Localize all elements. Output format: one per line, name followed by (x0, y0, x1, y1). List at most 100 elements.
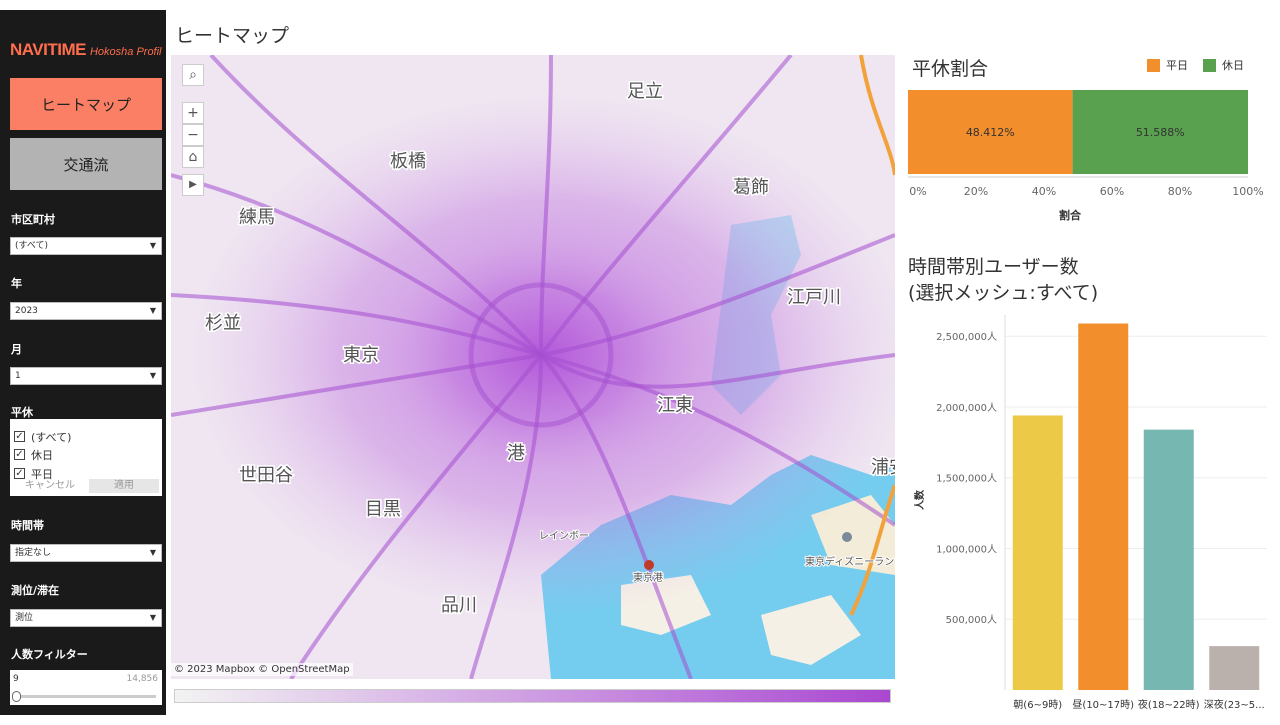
zoom-in-icon[interactable]: + (182, 102, 204, 124)
municipality-select[interactable]: (すべて) ▼ (10, 237, 162, 255)
play-icon[interactable]: ▶ (182, 174, 204, 196)
hourly-bar-chart: 500,000人 1,000,000人 1,500,000人 2,000,000人 2,… (913, 315, 1267, 711)
measure-value: 測位 (15, 613, 34, 623)
map-label-suginami: 杉並 (205, 313, 241, 334)
measure-label: 測位/滞在 (11, 584, 60, 597)
month-value: 1 (15, 371, 21, 381)
chevron-down-icon: ▼ (149, 241, 156, 250)
map-label-disneyland: 東京ディズニーランド (805, 555, 895, 568)
chevron-down-icon: ▼ (149, 613, 156, 622)
hourly-x-tick: 昼(10~17時) (1072, 699, 1134, 711)
hourly-bar (1078, 323, 1129, 690)
hourly-bar (1143, 429, 1194, 690)
year-label: 年 (11, 277, 22, 290)
people-filter-slider-panel: 9 14,856 (10, 670, 162, 705)
hourly-y-tick: 1,000,000人 (936, 543, 997, 555)
hourly-y-tick: 500,000人 (946, 614, 997, 626)
hourly-x-tick: 深夜(23~5... (1204, 698, 1265, 711)
ratio-tick-label: 80% (1168, 185, 1192, 198)
legend-weekday: 平日 (1147, 57, 1188, 73)
check-icon: ✓ (14, 449, 25, 460)
municipality-label: 市区町村 (11, 213, 55, 226)
map-label-itabashi: 板橋 (390, 151, 426, 172)
port-icon (644, 560, 654, 570)
traffic-flow-nav-button[interactable]: 交通流 (10, 138, 162, 190)
weekday-label: 平休 (11, 406, 33, 419)
map-label-setagaya: 世田谷 (239, 465, 293, 486)
map-label-rainbow: レインボー (539, 530, 589, 542)
chevron-down-icon: ▼ (149, 548, 156, 557)
people-filter-label: 人数フィルター (11, 648, 88, 661)
hourly-x-tick: 夜(18~22時) (1138, 698, 1200, 711)
ratio-title: 平休割合 (912, 58, 989, 80)
logo-sub-text: Hokosha Profiler (89, 46, 162, 58)
slider-handle[interactable] (12, 691, 21, 702)
hourly-bar (1209, 646, 1260, 690)
hourly-title-line1: 時間帯別ユーザー数 (908, 256, 1079, 278)
slider-track (18, 695, 156, 698)
map-label-edogawa: 江戸川 (787, 287, 841, 308)
year-select[interactable]: 2023 ▼ (10, 302, 162, 320)
slider-min-value: 9 (13, 674, 19, 684)
measure-select[interactable]: 測位 ▼ (10, 609, 162, 627)
ratio-tick-label: 20% (964, 185, 988, 198)
timeband-label: 時間帯 (11, 519, 44, 532)
legend-holiday-label: 休日 (1222, 59, 1244, 72)
ratio-tick-label: 100% (1232, 185, 1263, 198)
ratio-segment-label: 48.412% (966, 126, 1015, 139)
landmark-icon (842, 532, 852, 542)
home-icon[interactable]: ⌂ (182, 146, 204, 168)
legend-weekday-label: 平日 (1166, 59, 1188, 72)
timeband-select[interactable]: 指定なし ▼ (10, 544, 162, 562)
ratio-tick-label: 60% (1100, 185, 1124, 198)
heatmap-color-legend (174, 689, 891, 703)
hourly-y-tick: 1,500,000人 (936, 473, 997, 485)
map-label-minato: 港 (507, 443, 525, 464)
check-icon: ✓ (14, 468, 25, 479)
apply-button[interactable]: 適用 (89, 479, 159, 493)
ratio-tick-label: 0% (909, 185, 926, 198)
hourly-y-tick: 2,500,000人 (936, 331, 997, 343)
map-label-nerima: 練馬 (239, 207, 275, 228)
map-label-urayasu: 浦安 (871, 457, 895, 478)
heatmap-title: ヒートマップ (175, 25, 290, 47)
checkbox-all[interactable]: ✓ (すべて) (14, 429, 71, 444)
checkbox-holiday-label: 休日 (31, 448, 53, 462)
zoom-out-icon[interactable]: − (182, 124, 204, 146)
hourly-title-line2: (選択メッシュ:すべて) (908, 282, 1099, 304)
hourly-x-tick: 朝(6~9時) (1013, 699, 1062, 711)
hourly-title: 時間帯別ユーザー数 (選択メッシュ:すべて) (908, 254, 1098, 306)
map-label-koto: 江東 (657, 395, 693, 416)
checkbox-holiday[interactable]: ✓ 休日 (14, 447, 53, 462)
map-label-katsushika: 葛飾 (733, 177, 769, 198)
legend-swatch (1147, 58, 1160, 72)
navitime-logo: NAVITIMEHokosha Profiler (10, 40, 162, 66)
ratio-segment-label: 51.588% (1136, 126, 1185, 139)
timeband-value: 指定なし (15, 548, 52, 558)
hourly-bar (1012, 415, 1063, 690)
search-icon[interactable]: ⌕ (182, 64, 204, 86)
logo-main-text: NAVITIME (10, 40, 86, 59)
map-label-adachi: 足立 (627, 81, 663, 102)
chevron-down-icon: ▼ (149, 371, 156, 380)
month-label: 月 (11, 343, 22, 356)
slider-max-value: 14,856 (126, 674, 159, 684)
month-select[interactable]: 1 ▼ (10, 367, 162, 385)
hourly-y-axis-title: 人数 (913, 489, 926, 510)
map-label-shinagawa: 品川 (441, 595, 477, 616)
chevron-down-icon: ▼ (149, 306, 156, 315)
legend-swatch (1203, 58, 1216, 72)
heatmap-nav-button[interactable]: ヒートマップ (10, 78, 162, 130)
hourly-y-tick: 2,000,000人 (936, 402, 997, 414)
weekday-checkbox-panel: ✓ (すべて) ✓ 休日 ✓ 平日 キャンセル 適用 (10, 419, 162, 496)
map-label-tokyo-port: 東京港 (633, 571, 663, 584)
check-icon: ✓ (14, 431, 25, 442)
cancel-button[interactable]: キャンセル (14, 479, 86, 493)
map-canvas: 足立 板橋 葛飾 練馬 江戸川 杉並 東京 江東 港 世田谷 浦安 目黒 品川 … (171, 55, 895, 679)
ratio-stacked-bar-chart: 48.412% 51.588% 0% 20% 40% 60% 80% 100% 割合 (908, 90, 1264, 222)
map-label-meguro: 目黒 (365, 499, 401, 520)
municipality-value: (すべて) (15, 241, 49, 251)
heatmap-map[interactable]: 足立 板橋 葛飾 練馬 江戸川 杉並 東京 江東 港 世田谷 浦安 目黒 品川 … (171, 55, 895, 679)
legend-holiday: 休日 (1203, 57, 1244, 73)
ratio-tick-label: 40% (1032, 185, 1056, 198)
